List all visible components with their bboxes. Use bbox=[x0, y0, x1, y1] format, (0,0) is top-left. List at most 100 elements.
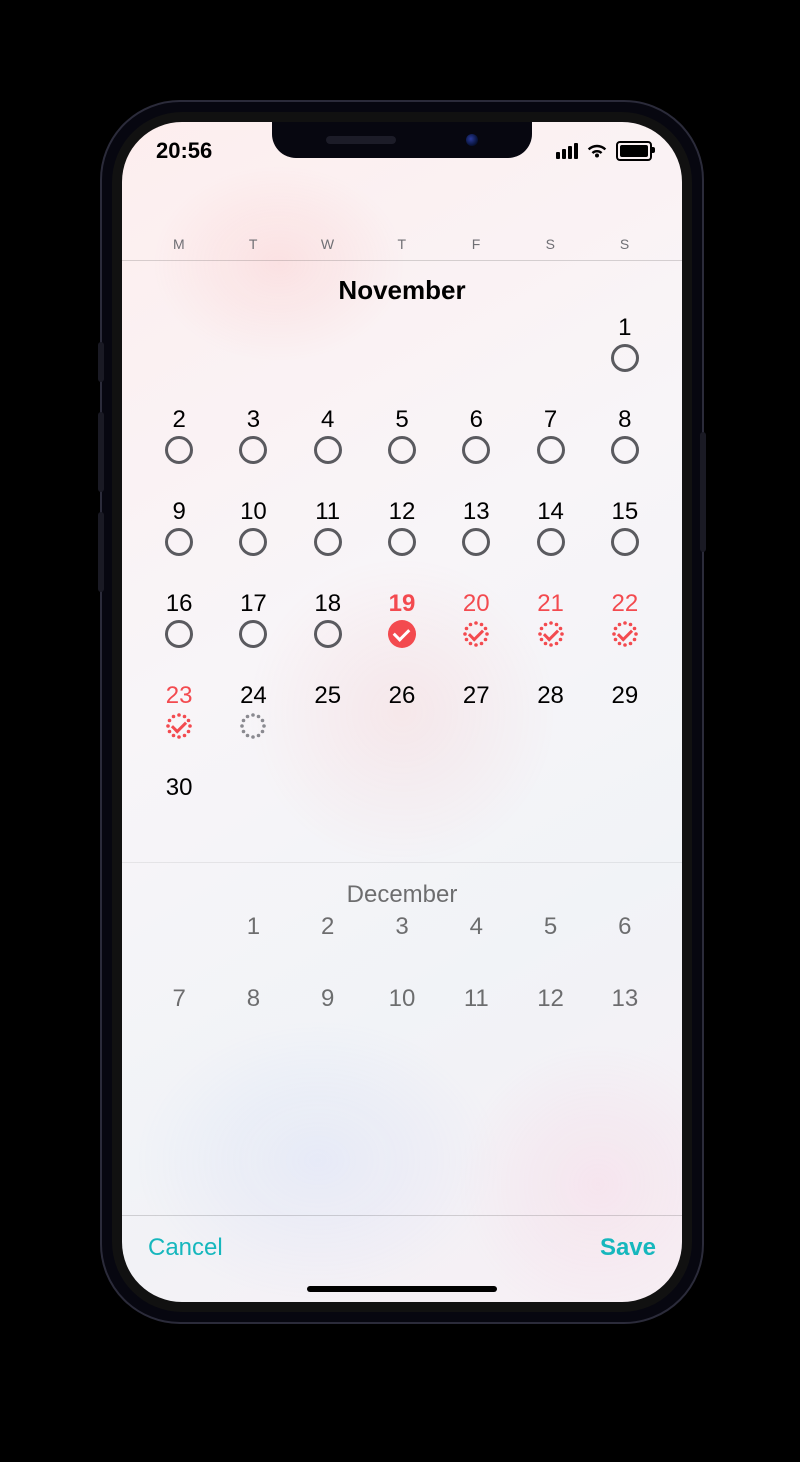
calendar-day[interactable]: 12 bbox=[365, 500, 439, 568]
calendar-day[interactable]: 15 bbox=[588, 500, 662, 568]
phone-frame: 20:56 MTWTFSS bbox=[100, 100, 704, 1324]
calendar-day[interactable]: 16 bbox=[142, 592, 216, 660]
day-number: 7 bbox=[172, 987, 185, 1011]
calendar-day[interactable]: 30 bbox=[142, 776, 216, 844]
calendar-day[interactable]: 9 bbox=[291, 987, 365, 1035]
calendar-day[interactable]: 4 bbox=[291, 408, 365, 476]
day-number: 3 bbox=[395, 915, 408, 939]
day-number: 16 bbox=[166, 592, 193, 616]
home-indicator[interactable] bbox=[307, 1286, 497, 1292]
status-time: 20:56 bbox=[156, 138, 212, 164]
day-number: 2 bbox=[321, 915, 334, 939]
day-number: 8 bbox=[247, 987, 260, 1011]
day-number: 25 bbox=[314, 684, 341, 708]
day-indicator-icon bbox=[611, 528, 639, 556]
calendar-day[interactable]: 25 bbox=[291, 684, 365, 752]
day-number: 10 bbox=[389, 987, 416, 1011]
weekday-label: S bbox=[513, 236, 587, 252]
calendar-day[interactable]: 8 bbox=[588, 408, 662, 476]
day-number: 14 bbox=[537, 500, 564, 524]
side-button bbox=[98, 512, 104, 592]
day-number: 1 bbox=[618, 316, 631, 340]
calendar-day[interactable]: 14 bbox=[513, 500, 587, 568]
weekday-label: S bbox=[588, 236, 662, 252]
calendar-day[interactable]: 10 bbox=[365, 987, 439, 1035]
weekday-label: M bbox=[142, 236, 216, 252]
day-number: 15 bbox=[611, 500, 638, 524]
calendar-day[interactable]: 5 bbox=[365, 408, 439, 476]
day-number: 23 bbox=[166, 684, 193, 708]
calendar-day[interactable]: 5 bbox=[513, 915, 587, 963]
calendar-day[interactable]: 22 bbox=[588, 592, 662, 660]
day-number: 5 bbox=[544, 915, 557, 939]
calendar-day[interactable]: 11 bbox=[439, 987, 513, 1035]
calendar-day[interactable]: 7 bbox=[513, 408, 587, 476]
day-number: 4 bbox=[321, 408, 334, 432]
day-number: 10 bbox=[240, 500, 267, 524]
day-indicator-icon bbox=[165, 528, 193, 556]
weekday-header: MTWTFSS bbox=[122, 180, 682, 261]
calendar-day[interactable]: 28 bbox=[513, 684, 587, 752]
calendar-day[interactable]: 3 bbox=[365, 915, 439, 963]
side-button bbox=[700, 432, 706, 552]
month-title: November bbox=[142, 275, 662, 306]
day-number: 7 bbox=[544, 408, 557, 432]
calendar-day[interactable]: 13 bbox=[588, 987, 662, 1035]
calendar-day[interactable]: 6 bbox=[439, 408, 513, 476]
day-number: 11 bbox=[315, 500, 340, 524]
day-number: 27 bbox=[463, 684, 490, 708]
day-number: 24 bbox=[240, 684, 267, 708]
day-number: 19 bbox=[389, 592, 416, 616]
calendar-day[interactable]: 2 bbox=[291, 915, 365, 963]
calendar-day[interactable]: 24 bbox=[216, 684, 290, 752]
day-number: 9 bbox=[172, 500, 185, 524]
calendar-day[interactable]: 1 bbox=[216, 915, 290, 963]
day-indicator-icon bbox=[388, 528, 416, 556]
day-number: 6 bbox=[618, 915, 631, 939]
calendar-day[interactable]: 12 bbox=[513, 987, 587, 1035]
save-button[interactable]: Save bbox=[600, 1234, 656, 1262]
day-indicator-icon bbox=[165, 620, 193, 648]
day-number: 30 bbox=[166, 776, 193, 800]
calendar-day[interactable]: 7 bbox=[142, 987, 216, 1035]
side-button bbox=[98, 342, 104, 382]
day-indicator-icon bbox=[462, 436, 490, 464]
day-indicator-icon bbox=[165, 436, 193, 464]
day-number: 9 bbox=[321, 987, 334, 1011]
calendar-day[interactable]: 1 bbox=[588, 316, 662, 384]
side-button bbox=[98, 412, 104, 492]
calendar-day[interactable]: 21 bbox=[513, 592, 587, 660]
month-title: December bbox=[142, 881, 662, 909]
calendar-day[interactable]: 27 bbox=[439, 684, 513, 752]
calendar-day[interactable]: 29 bbox=[588, 684, 662, 752]
notch bbox=[272, 122, 532, 158]
calendar-day[interactable]: 10 bbox=[216, 500, 290, 568]
calendar-day[interactable]: 2 bbox=[142, 408, 216, 476]
day-number: 8 bbox=[618, 408, 631, 432]
battery-icon bbox=[616, 141, 652, 161]
day-number: 21 bbox=[537, 592, 564, 616]
calendar-day[interactable]: 19 bbox=[365, 592, 439, 660]
calendar-day[interactable]: 6 bbox=[588, 915, 662, 963]
day-number: 6 bbox=[470, 408, 483, 432]
calendar-day[interactable]: 3 bbox=[216, 408, 290, 476]
calendar-day[interactable]: 11 bbox=[291, 500, 365, 568]
cancel-button[interactable]: Cancel bbox=[148, 1234, 223, 1262]
calendar-day[interactable]: 13 bbox=[439, 500, 513, 568]
calendar-day[interactable]: 20 bbox=[439, 592, 513, 660]
calendar-day[interactable]: 8 bbox=[216, 987, 290, 1035]
calendar-scroll[interactable]: MTWTFSS November 12345678910111213141516… bbox=[122, 180, 682, 1215]
day-indicator-icon bbox=[537, 528, 565, 556]
month-november: November 1234567891011121314151617181920… bbox=[122, 275, 682, 862]
calendar-day[interactable]: 17 bbox=[216, 592, 290, 660]
calendar-day[interactable]: 9 bbox=[142, 500, 216, 568]
calendar-day[interactable]: 23 bbox=[142, 684, 216, 752]
calendar-day[interactable]: 4 bbox=[439, 915, 513, 963]
day-number: 29 bbox=[611, 684, 638, 708]
day-number: 4 bbox=[470, 915, 483, 939]
day-number: 3 bbox=[247, 408, 260, 432]
day-indicator-icon bbox=[314, 436, 342, 464]
day-indicator-icon bbox=[611, 344, 639, 372]
calendar-day[interactable]: 26 bbox=[365, 684, 439, 752]
calendar-day[interactable]: 18 bbox=[291, 592, 365, 660]
